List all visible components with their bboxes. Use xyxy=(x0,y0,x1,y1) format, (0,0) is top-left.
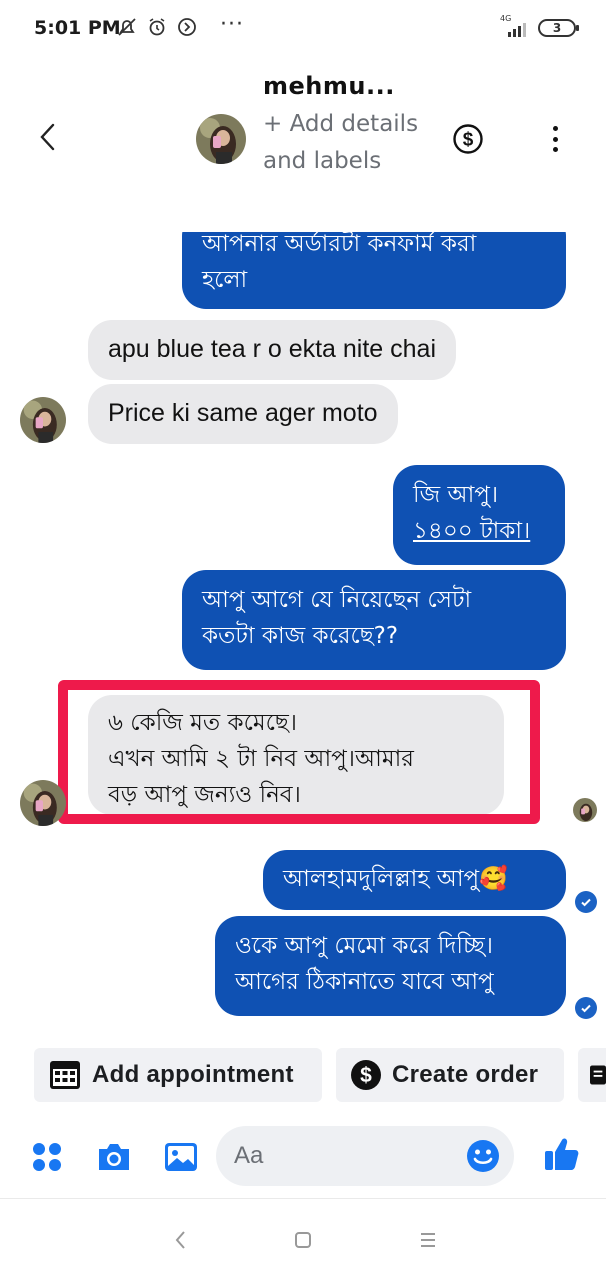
dollar-circle-icon: $ xyxy=(351,1060,381,1090)
message-line: Price ki same ager moto xyxy=(108,399,378,427)
message-bubble-outgoing[interactable]: ওকে আপু মেমো করে দিচ্ছি। আগের ঠিকানাতে য… xyxy=(215,916,566,1016)
message-input-container[interactable] xyxy=(216,1126,514,1186)
chevron-left-icon xyxy=(40,123,55,151)
svg-text:$: $ xyxy=(360,1064,372,1087)
create-order-label: Create order xyxy=(392,1061,539,1088)
status-time: 5:01 PM xyxy=(34,17,121,39)
message-line: আপু আগে যে নিয়েছেন সেটা xyxy=(202,587,472,613)
message-line: আগের ঠিকানাতে যাবে আপু xyxy=(235,969,494,995)
message-bubble-outgoing[interactable]: আলহামদুলিল্লাহ আপু🥰 xyxy=(263,850,566,910)
battery-level: 3 xyxy=(552,21,562,35)
square-icon xyxy=(295,1232,311,1248)
status-bar: 5:01 PM ··· 4G 3 xyxy=(0,0,606,58)
message-line: apu blue tea r o ekta nite chai xyxy=(108,335,437,363)
message-composer xyxy=(0,1120,606,1198)
chevron-left-icon xyxy=(175,1231,185,1249)
grid-dots-icon xyxy=(33,1143,61,1171)
contact-avatar[interactable] xyxy=(196,114,246,164)
contact-name[interactable]: mehmu... xyxy=(263,72,395,100)
dot-icon xyxy=(552,147,558,152)
nav-home-button[interactable] xyxy=(288,1225,318,1255)
add-details-link[interactable]: + Add details and labels xyxy=(263,106,423,180)
message-line: কতটা কাজ করেছে?? xyxy=(202,623,399,649)
dot-icon xyxy=(552,136,558,142)
battery-icon: 3 xyxy=(538,19,579,37)
image-icon xyxy=(165,1143,197,1171)
smiley-icon xyxy=(467,1140,499,1172)
thumbs-up-icon xyxy=(545,1138,579,1170)
notifications-off-icon xyxy=(116,16,138,38)
status-icons xyxy=(116,16,198,38)
nav-back-button[interactable] xyxy=(165,1225,195,1255)
message-line: আপনার অর্ডারটা কনফার্ম করা xyxy=(202,232,477,257)
more-options-button[interactable] xyxy=(540,124,570,154)
more-actions-chip[interactable] xyxy=(578,1048,606,1102)
dollar-circle-icon: $ xyxy=(453,124,483,154)
gallery-button[interactable] xyxy=(162,1138,200,1176)
system-navigation-bar xyxy=(0,1198,606,1280)
emoji-button[interactable] xyxy=(466,1139,500,1173)
conversation-header: mehmu... + Add details and labels $ xyxy=(0,58,606,232)
sender-avatar[interactable] xyxy=(20,780,66,826)
status-right: 4G 3 xyxy=(500,14,579,39)
add-appointment-label: Add appointment xyxy=(92,1061,294,1088)
dnd-icon xyxy=(176,16,198,38)
network-label: 4G xyxy=(500,14,512,23)
camera-icon xyxy=(99,1144,129,1170)
highlight-annotation xyxy=(58,680,540,824)
message-list[interactable]: আপনার অর্ডারটা কনফার্ম করা হলো apu blue … xyxy=(0,232,606,1040)
dot-icon xyxy=(552,126,558,131)
message-line: আলহামদুলিল্লাহ আপু🥰 xyxy=(283,866,508,892)
seen-avatar xyxy=(573,798,597,822)
create-order-button[interactable]: $ Create order xyxy=(336,1048,564,1102)
message-input[interactable] xyxy=(234,1134,464,1178)
like-button[interactable] xyxy=(542,1134,582,1174)
quick-actions-bar: Add appointment $ Create order xyxy=(0,1046,606,1104)
message-line: জি আপু। xyxy=(413,482,499,508)
payments-button[interactable]: $ xyxy=(452,123,484,155)
menu-lines-icon xyxy=(421,1233,435,1247)
nav-recents-button[interactable] xyxy=(413,1225,443,1255)
calendar-icon xyxy=(50,1061,80,1089)
add-appointment-button[interactable]: Add appointment xyxy=(34,1048,322,1102)
signal-icon: 4G xyxy=(500,14,530,39)
back-button[interactable] xyxy=(30,120,64,154)
message-line: ১৪০০ টাকা। xyxy=(413,518,531,544)
alarm-icon xyxy=(146,16,168,38)
message-line: হলো xyxy=(202,267,248,293)
status-more-dots: ··· xyxy=(220,12,244,37)
delivered-check-icon xyxy=(575,891,597,913)
camera-button[interactable] xyxy=(95,1138,133,1176)
message-line: ওকে আপু মেমো করে দিচ্ছি। xyxy=(235,933,493,959)
message-bubble-outgoing[interactable]: আপনার অর্ডারটা কনফার্ম করা হলো xyxy=(182,232,566,309)
message-bubble-incoming[interactable]: apu blue tea r o ekta nite chai xyxy=(88,320,457,380)
apps-button[interactable] xyxy=(30,1140,64,1174)
message-bubble-incoming[interactable]: Price ki same ager moto xyxy=(88,384,398,444)
message-bubble-outgoing[interactable]: জি আপু। ১৪০০ টাকা। xyxy=(393,465,565,565)
svg-text:$: $ xyxy=(463,130,474,151)
list-icon xyxy=(590,1065,606,1085)
delivered-check-icon xyxy=(575,997,597,1019)
message-bubble-outgoing[interactable]: আপু আগে যে নিয়েছেন সেটা কতটা কাজ করেছে?… xyxy=(182,570,566,670)
sender-avatar[interactable] xyxy=(20,397,66,443)
